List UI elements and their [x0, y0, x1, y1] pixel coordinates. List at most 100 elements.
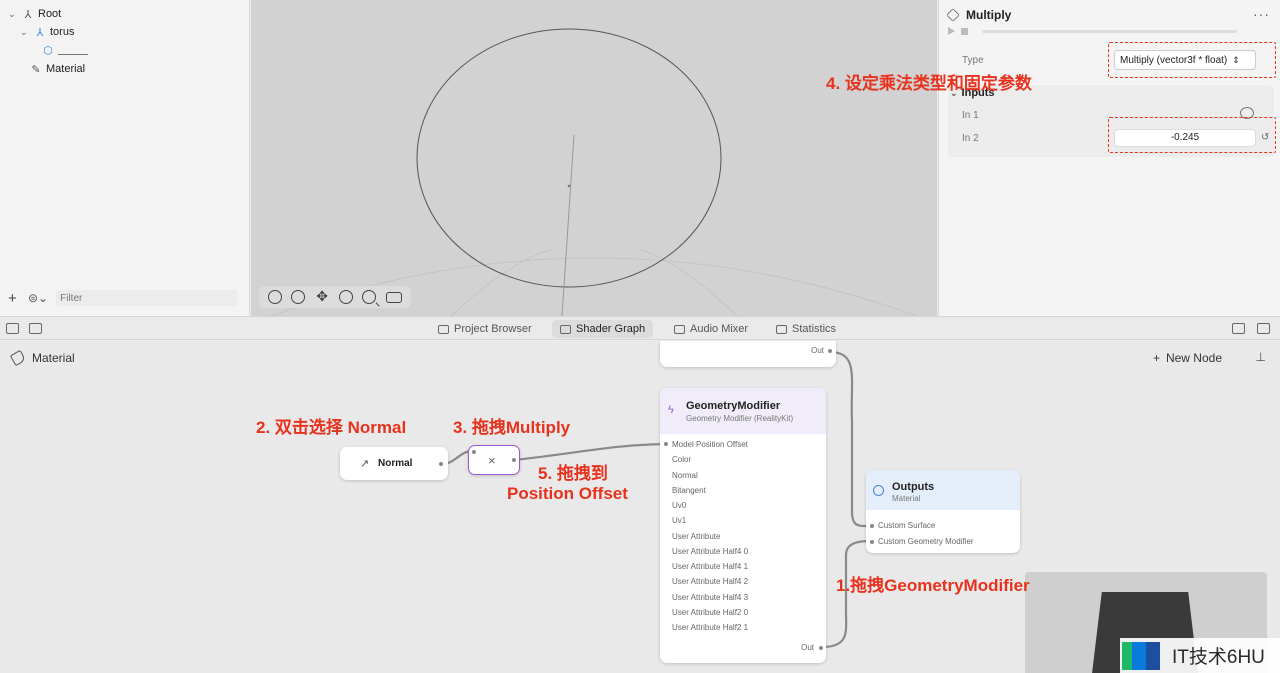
globe-icon[interactable]	[338, 290, 353, 304]
port-label: User Attribute Half4 0	[672, 547, 749, 556]
multiply-icon: ×	[488, 453, 496, 468]
play-icon[interactable]	[948, 27, 955, 35]
output-port[interactable]	[819, 646, 823, 650]
tree-item-root[interactable]: ⌄ ⅄ Root	[8, 6, 61, 22]
tab-label: Project Browser	[454, 323, 532, 335]
annotation-step5-line1: 5. 拖拽到	[538, 464, 608, 483]
input-port[interactable]	[472, 450, 476, 454]
node-header	[866, 470, 1020, 510]
node-cube-icon	[946, 8, 960, 22]
tree-item-label: Root	[38, 8, 62, 20]
port-label: User Attribute Half2 0	[672, 608, 749, 617]
annotation-step3: 3. 拖拽Multiply	[453, 418, 571, 437]
filter-options-icon[interactable]: ⊜⌄	[28, 291, 48, 305]
windows-icon[interactable]	[6, 323, 19, 334]
shader-graph-canvas[interactable]: Material + New Node ⊥ Out ↗ Normal × ϟ G…	[0, 341, 1280, 673]
output-port[interactable]	[512, 458, 516, 462]
shader-graph-icon	[560, 324, 571, 334]
add-icon[interactable]: +	[8, 290, 20, 307]
input-port[interactable]	[870, 524, 874, 528]
graph-node-normal[interactable]: ↗ Normal	[340, 447, 448, 480]
port-label: User Attribute Half4 1	[672, 562, 749, 571]
port-label: User Attribute Half4 2	[672, 577, 749, 586]
breadcrumb-label[interactable]: Material	[32, 351, 75, 365]
folder-icon	[438, 324, 449, 334]
graph-node-geometry-modifier[interactable]: ϟ GeometryModifier Geometry Modifier (Re…	[660, 388, 826, 663]
annotation-box-type	[1108, 42, 1276, 78]
tab-label: Shader Graph	[576, 323, 646, 335]
output-port[interactable]	[828, 349, 832, 353]
viewport-scene	[270, 28, 918, 316]
tab-statistics[interactable]: Statistics	[768, 320, 844, 338]
playback-scrubber[interactable]	[982, 29, 1237, 33]
port-label: Out	[801, 643, 814, 652]
bottom-panel-icon[interactable]	[1257, 323, 1270, 334]
graph-node-outputs[interactable]: Outputs Material Custom Surface Custom G…	[866, 470, 1020, 553]
tree-item-label	[58, 45, 88, 55]
port-label: Custom Surface	[878, 521, 936, 530]
port-label: Color	[672, 455, 692, 464]
port-label: Model Position Offset	[672, 440, 748, 449]
geometry-modifier-icon: ϟ	[668, 404, 674, 416]
new-node-button[interactable]: + New Node	[1153, 351, 1222, 365]
chevron-down-icon[interactable]: ⌄	[8, 9, 18, 20]
tab-project-browser[interactable]: Project Browser	[430, 320, 540, 338]
node-title: GeometryModifier	[686, 400, 781, 412]
node-subtitle: Material	[892, 494, 921, 503]
watermark: IT技术6HU	[1120, 638, 1280, 673]
inspector-title: Multiply	[946, 8, 1012, 22]
annotation-step5-line2: Position Offset	[507, 484, 628, 503]
material-brush-icon	[9, 349, 27, 367]
inspector-toggle-icon[interactable]	[1232, 323, 1245, 334]
editor-tab-bar: Project Browser Shader Graph Audio Mixer…	[0, 316, 1280, 340]
watermark-text: IT技术6HU	[1172, 647, 1265, 668]
move-icon[interactable]: ✥	[315, 289, 329, 304]
tree-item-mesh[interactable]: ⬡	[42, 42, 88, 58]
inspector-title-text: Multiply	[966, 8, 1012, 22]
port-label: User Attribute	[672, 532, 721, 541]
statistics-icon	[776, 324, 787, 334]
port-label: Normal	[672, 471, 698, 480]
filter-input[interactable]	[56, 290, 239, 306]
chevron-down-icon[interactable]: ⌄	[20, 27, 30, 38]
material-brush-icon: ✎	[31, 63, 41, 76]
input-port[interactable]	[664, 442, 668, 446]
tree-item-material[interactable]: ✎ Material	[30, 61, 85, 77]
type-label: Type	[962, 55, 984, 66]
graph-node-multiply[interactable]: ×	[468, 445, 520, 475]
tab-label: Audio Mixer	[690, 323, 749, 335]
zoom-icon[interactable]	[362, 290, 377, 304]
port-label: User Attribute Half4 3	[672, 593, 749, 602]
model-entity-icon: ⅄	[36, 26, 44, 39]
node-title: Outputs	[892, 481, 935, 493]
output-port[interactable]	[439, 462, 443, 466]
preview-playback	[948, 27, 1237, 35]
hierarchy-icon: ⅄	[24, 8, 32, 21]
port-label: User Attribute Half2 1	[672, 623, 749, 632]
sidebar-icon[interactable]	[29, 323, 42, 334]
pin-icon[interactable]: ⊥	[1256, 350, 1266, 364]
tree-item-torus[interactable]: ⌄ ⅄ torus	[20, 24, 74, 40]
3d-viewport[interactable]: ✥	[251, 0, 937, 316]
annotation-step4: 4. 设定乘法类型和固定参数	[826, 74, 1032, 93]
node-subtitle: Geometry Modifier (RealityKit)	[686, 414, 794, 423]
tree-item-label: Material	[46, 63, 86, 75]
add-target-icon[interactable]	[291, 290, 306, 304]
tabbar-left-tools	[6, 323, 42, 334]
input-port[interactable]	[870, 540, 874, 544]
graph-node-top[interactable]: Out	[660, 341, 836, 367]
port-label: Bitangent	[672, 486, 706, 495]
stop-icon[interactable]	[961, 27, 968, 35]
scene-hierarchy-panel: ⌄ ⅄ Root ⌄ ⅄ torus ⬡ ✎ Material	[0, 0, 250, 316]
camera-icon[interactable]	[386, 291, 403, 303]
annotation-step2: 2. 双击选择 Normal	[256, 418, 407, 437]
annotation-step1: 1.拖拽GeometryModifier	[836, 576, 1030, 595]
tab-audio-mixer[interactable]: Audio Mixer	[666, 320, 756, 338]
annotation-box-in2	[1108, 117, 1276, 153]
connection-wire	[513, 442, 666, 462]
more-options-icon[interactable]: ···	[1253, 6, 1270, 22]
normal-arrow-icon: ↗	[360, 458, 370, 470]
tab-shader-graph[interactable]: Shader Graph	[552, 320, 654, 338]
watermark-logo-icon	[1122, 641, 1166, 670]
orbit-icon[interactable]	[267, 290, 282, 304]
